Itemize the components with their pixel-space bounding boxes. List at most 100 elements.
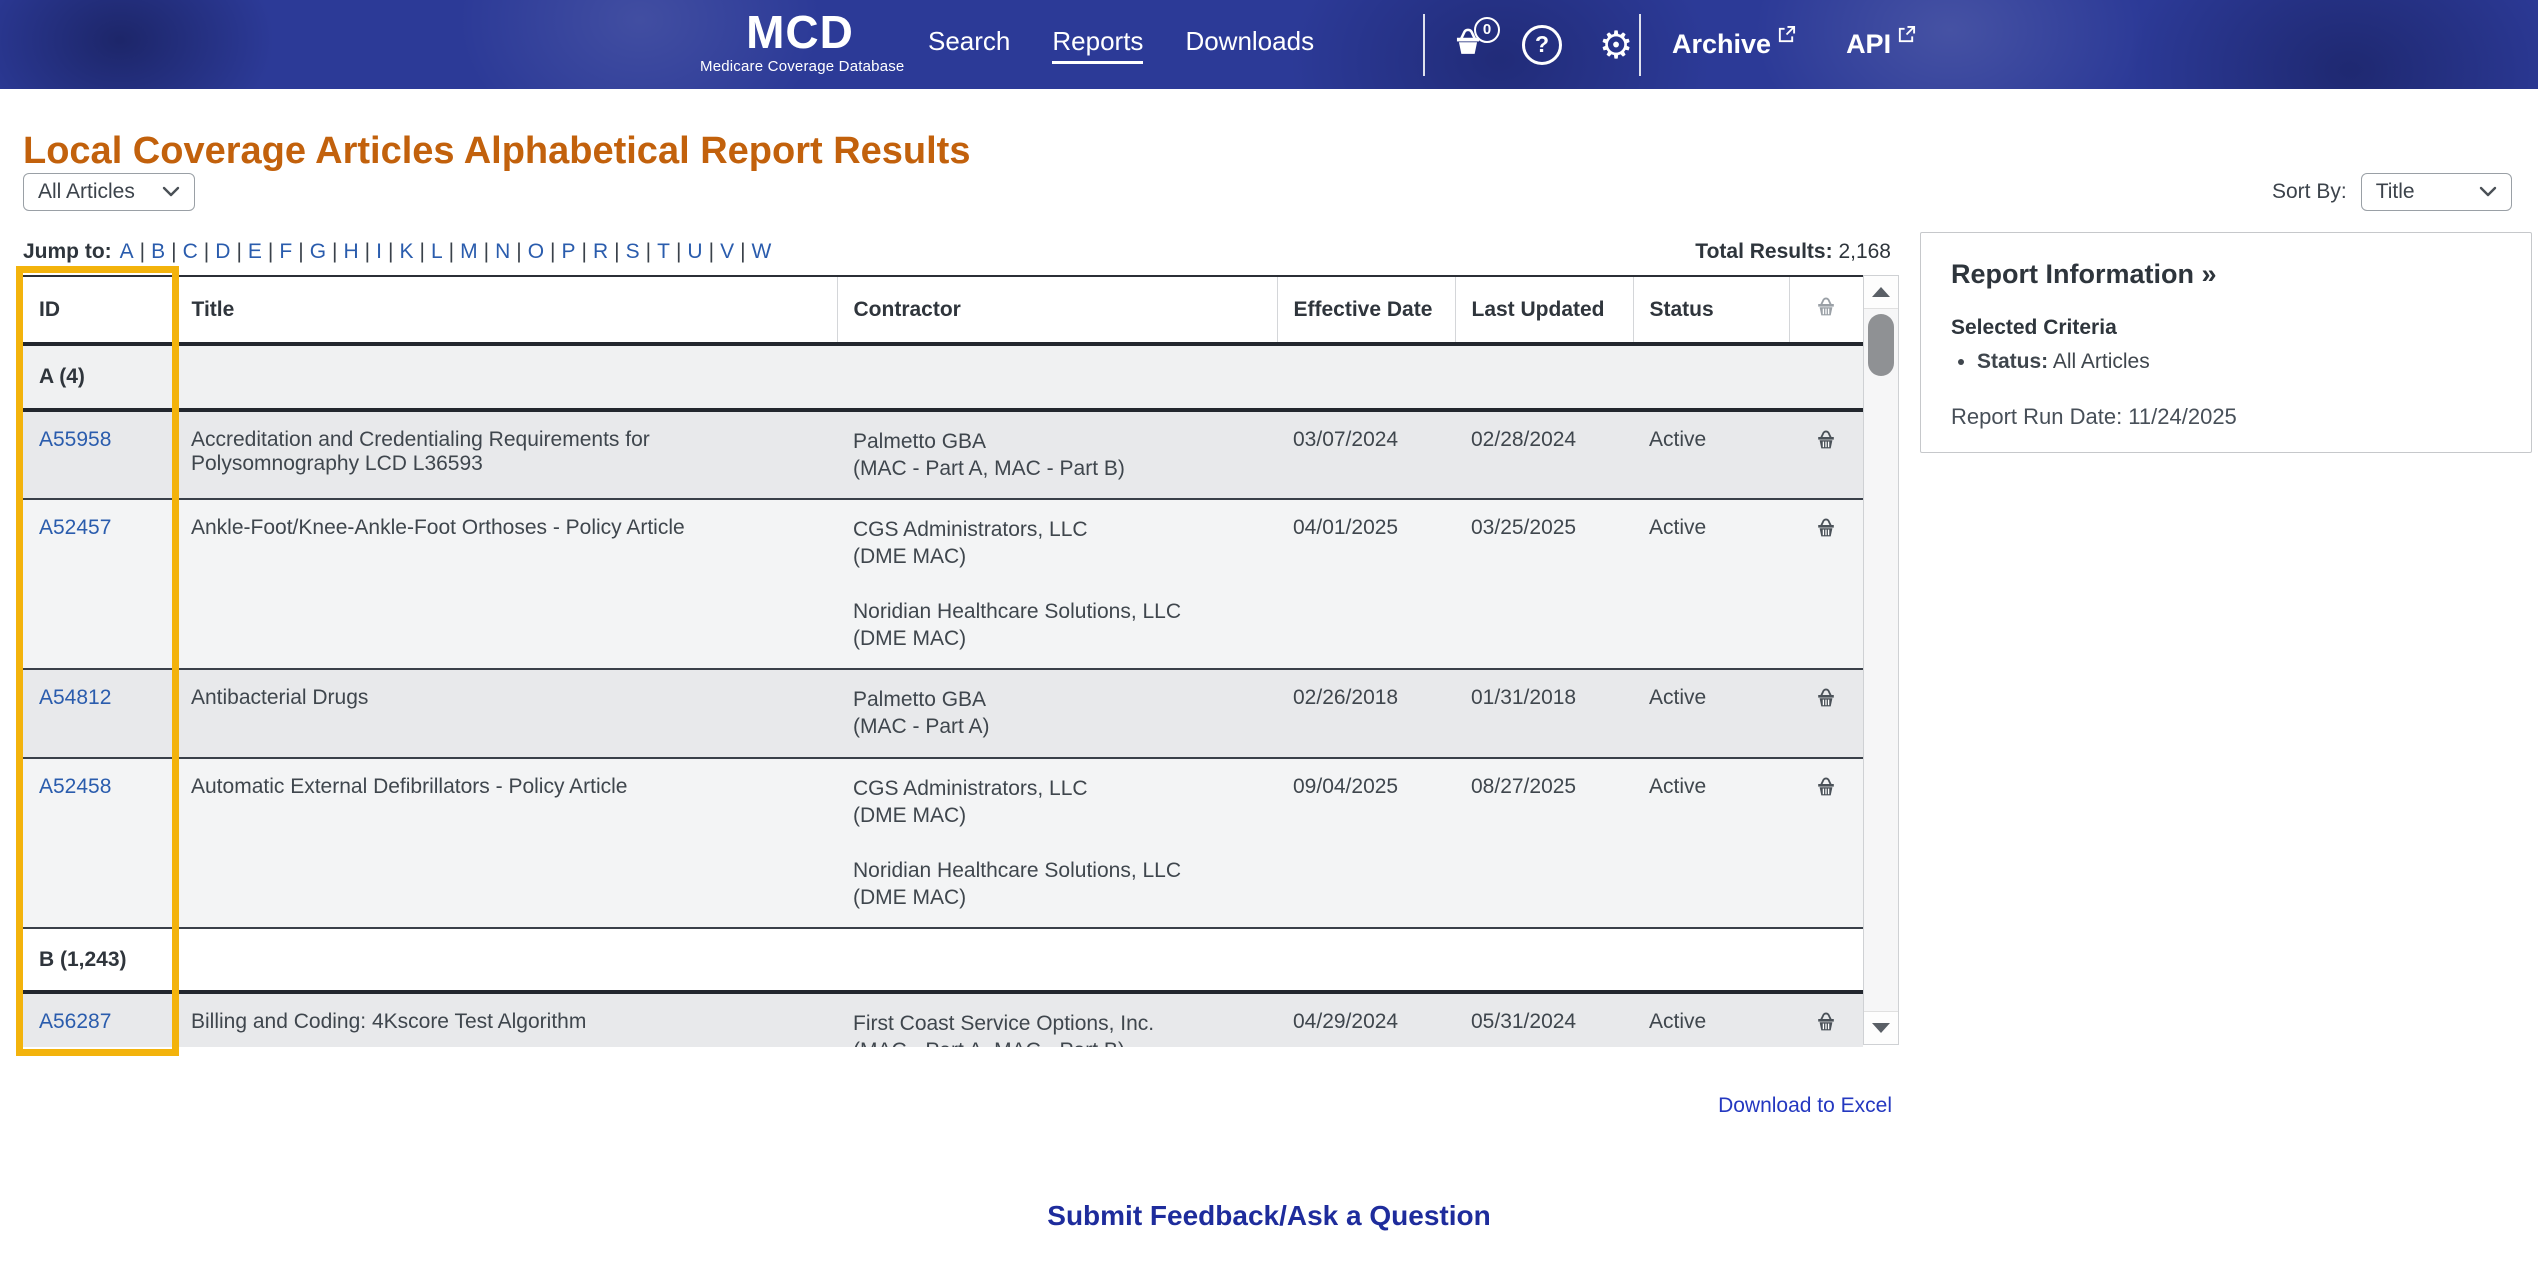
contractor-name: Palmetto GBA bbox=[853, 688, 987, 711]
contractor-scope: (MAC - Part A, MAC - Part B) bbox=[853, 457, 1125, 480]
article-id-cell: A54812 bbox=[23, 669, 175, 759]
jump-separator: | bbox=[236, 240, 242, 263]
report-information-link[interactable]: Report Information » bbox=[1951, 259, 2501, 290]
jump-letter-P[interactable]: P bbox=[562, 240, 576, 263]
effective-date-cell: 03/07/2024 bbox=[1277, 410, 1455, 500]
jump-letter-D[interactable]: D bbox=[215, 240, 230, 263]
article-id-link[interactable]: A55958 bbox=[39, 428, 111, 451]
header-divider bbox=[1423, 14, 1425, 76]
help-button[interactable]: ? bbox=[1522, 24, 1562, 65]
basket-button[interactable]: 0 bbox=[1448, 16, 1500, 65]
add-to-basket-button[interactable] bbox=[1789, 758, 1863, 929]
scroll-up-button[interactable] bbox=[1864, 276, 1898, 309]
last-updated-cell: 03/25/2025 bbox=[1455, 499, 1633, 670]
logo-title: MCD bbox=[746, 6, 854, 58]
status-cell: Active bbox=[1633, 410, 1789, 500]
contractor-scope: (MAC - Part A) bbox=[853, 715, 990, 738]
jump-letter-M[interactable]: M bbox=[460, 240, 478, 263]
jump-separator: | bbox=[550, 240, 556, 263]
jump-letter-O[interactable]: O bbox=[528, 240, 544, 263]
article-id-link[interactable]: A52457 bbox=[39, 516, 111, 539]
results-table: ID Title Contractor Effective Date Last Upda… bbox=[23, 277, 1863, 1047]
external-link-label: API bbox=[1846, 29, 1892, 59]
column-header-basket bbox=[1789, 277, 1863, 346]
external-link-api[interactable]: API bbox=[1846, 25, 1916, 60]
scrollbar-thumb[interactable] bbox=[1868, 314, 1894, 376]
contractor-name: Noridian Healthcare Solutions, LLC bbox=[853, 859, 1182, 882]
settings-button[interactable]: ⚙ bbox=[1596, 25, 1636, 65]
add-to-basket-button[interactable] bbox=[1789, 669, 1863, 759]
logo-subtitle: Medicare Coverage Database bbox=[700, 58, 905, 75]
chevron-down-icon bbox=[2479, 186, 2496, 197]
basket-icon bbox=[1818, 688, 1834, 707]
contractor-entry: Palmetto GBA (MAC - Part A, MAC - Part B) bbox=[853, 428, 1261, 482]
mcd-logo[interactable]: MCD Medicare Coverage Database bbox=[700, 6, 905, 75]
jump-letter-U[interactable]: U bbox=[687, 240, 702, 263]
jump-letter-K[interactable]: K bbox=[399, 240, 413, 263]
jump-letter-E[interactable]: E bbox=[248, 240, 262, 263]
contractor-scope: (MAC - Part A, MAC - Part B) bbox=[853, 1037, 1261, 1047]
article-id-link[interactable]: A56287 bbox=[39, 1010, 111, 1033]
contractor-name: Noridian Healthcare Solutions, LLC bbox=[853, 600, 1182, 623]
submit-feedback-link[interactable]: Submit Feedback/Ask a Question bbox=[0, 1200, 2538, 1232]
contractor-entry: Noridian Healthcare Solutions, LLC (DME M… bbox=[853, 598, 1261, 652]
status-cell: Active bbox=[1633, 992, 1789, 1047]
jump-letter-S[interactable]: S bbox=[626, 240, 640, 263]
nav-reports[interactable]: Reports bbox=[1052, 26, 1144, 64]
jump-letter-H[interactable]: H bbox=[344, 240, 359, 263]
jump-separator: | bbox=[483, 240, 490, 263]
jump-letter-B[interactable]: B bbox=[151, 240, 165, 263]
effective-date-cell: 04/01/2025 bbox=[1277, 499, 1455, 670]
jump-letter-G[interactable]: G bbox=[310, 240, 326, 263]
article-id-link[interactable]: A54812 bbox=[39, 686, 111, 709]
add-to-basket-button[interactable] bbox=[1789, 499, 1863, 670]
jump-letter-L[interactable]: L bbox=[431, 240, 443, 263]
criteria-value: All Articles bbox=[2052, 350, 2150, 373]
report-run-date: Report Run Date: 11/24/2025 bbox=[1951, 404, 2237, 429]
contractor-entry: CGS Administrators, LLC (DME MAC) bbox=[853, 775, 1261, 829]
download-to-excel-link[interactable]: Download to Excel bbox=[1540, 1094, 1892, 1118]
table-row-A52458: A52458 Automatic External Defibrillators … bbox=[23, 758, 1863, 929]
jump-letter-C[interactable]: C bbox=[183, 240, 198, 263]
jump-letter-A[interactable]: A bbox=[120, 240, 134, 263]
jump-letter-N[interactable]: N bbox=[495, 240, 510, 263]
contractor-scope: (DME MAC) bbox=[853, 627, 967, 650]
last-updated-cell: 02/28/2024 bbox=[1455, 410, 1633, 500]
main-nav: Search Reports Downloads bbox=[928, 0, 1314, 89]
last-updated-cell: 08/27/2025 bbox=[1455, 758, 1633, 929]
scroll-down-button[interactable] bbox=[1864, 1011, 1898, 1044]
jump-letter-R[interactable]: R bbox=[593, 240, 608, 263]
column-header-title: Title bbox=[175, 277, 838, 346]
external-link-archive[interactable]: Archive bbox=[1672, 25, 1796, 60]
sortby-control: Sort By: Title bbox=[2272, 173, 2532, 211]
contractor-entry: First Coast Service Options, Inc. (MAC - … bbox=[853, 1010, 1261, 1047]
jump-separator: | bbox=[203, 240, 210, 263]
table-header-row: ID Title Contractor Effective Date Last Upda… bbox=[23, 277, 1863, 346]
jump-separator: | bbox=[267, 240, 274, 263]
site-header: MCD Medicare Coverage Database Search Rep… bbox=[0, 0, 2538, 89]
article-id-cell: A55958 bbox=[23, 410, 175, 500]
sortby-select[interactable]: Title bbox=[2360, 173, 2512, 211]
article-filter-select[interactable]: All Articles bbox=[23, 173, 195, 211]
jump-separator: | bbox=[332, 240, 338, 263]
jump-letter-T[interactable]: T bbox=[657, 240, 670, 263]
criteria-list: Status: All Articles bbox=[1951, 350, 2501, 374]
group-row-a: A (4) bbox=[23, 344, 1863, 412]
table-scrollbar[interactable] bbox=[1863, 275, 1899, 1045]
nav-search[interactable]: Search bbox=[928, 26, 1010, 64]
article-id-cell: A52458 bbox=[23, 758, 175, 929]
jump-letter-V[interactable]: V bbox=[720, 240, 734, 263]
total-results-label: Total Results: bbox=[1695, 240, 1833, 263]
add-to-basket-button[interactable] bbox=[1789, 410, 1863, 500]
article-id-link[interactable]: A52458 bbox=[39, 775, 111, 798]
jump-letter-W[interactable]: W bbox=[752, 240, 772, 263]
jump-letter-F[interactable]: F bbox=[279, 240, 292, 263]
article-filter-value: All Articles bbox=[38, 180, 135, 203]
column-header-id: ID bbox=[23, 277, 176, 346]
nav-downloads[interactable]: Downloads bbox=[1185, 26, 1314, 64]
add-to-basket-button[interactable] bbox=[1789, 992, 1863, 1047]
criteria-label: Status: bbox=[1977, 350, 2049, 373]
results-table-scroll-area: ID Title Contractor Effective Date Last Upda… bbox=[23, 275, 1863, 1047]
article-id-cell: A56287 bbox=[23, 992, 175, 1047]
effective-date-cell: 09/04/2025 bbox=[1277, 758, 1455, 929]
